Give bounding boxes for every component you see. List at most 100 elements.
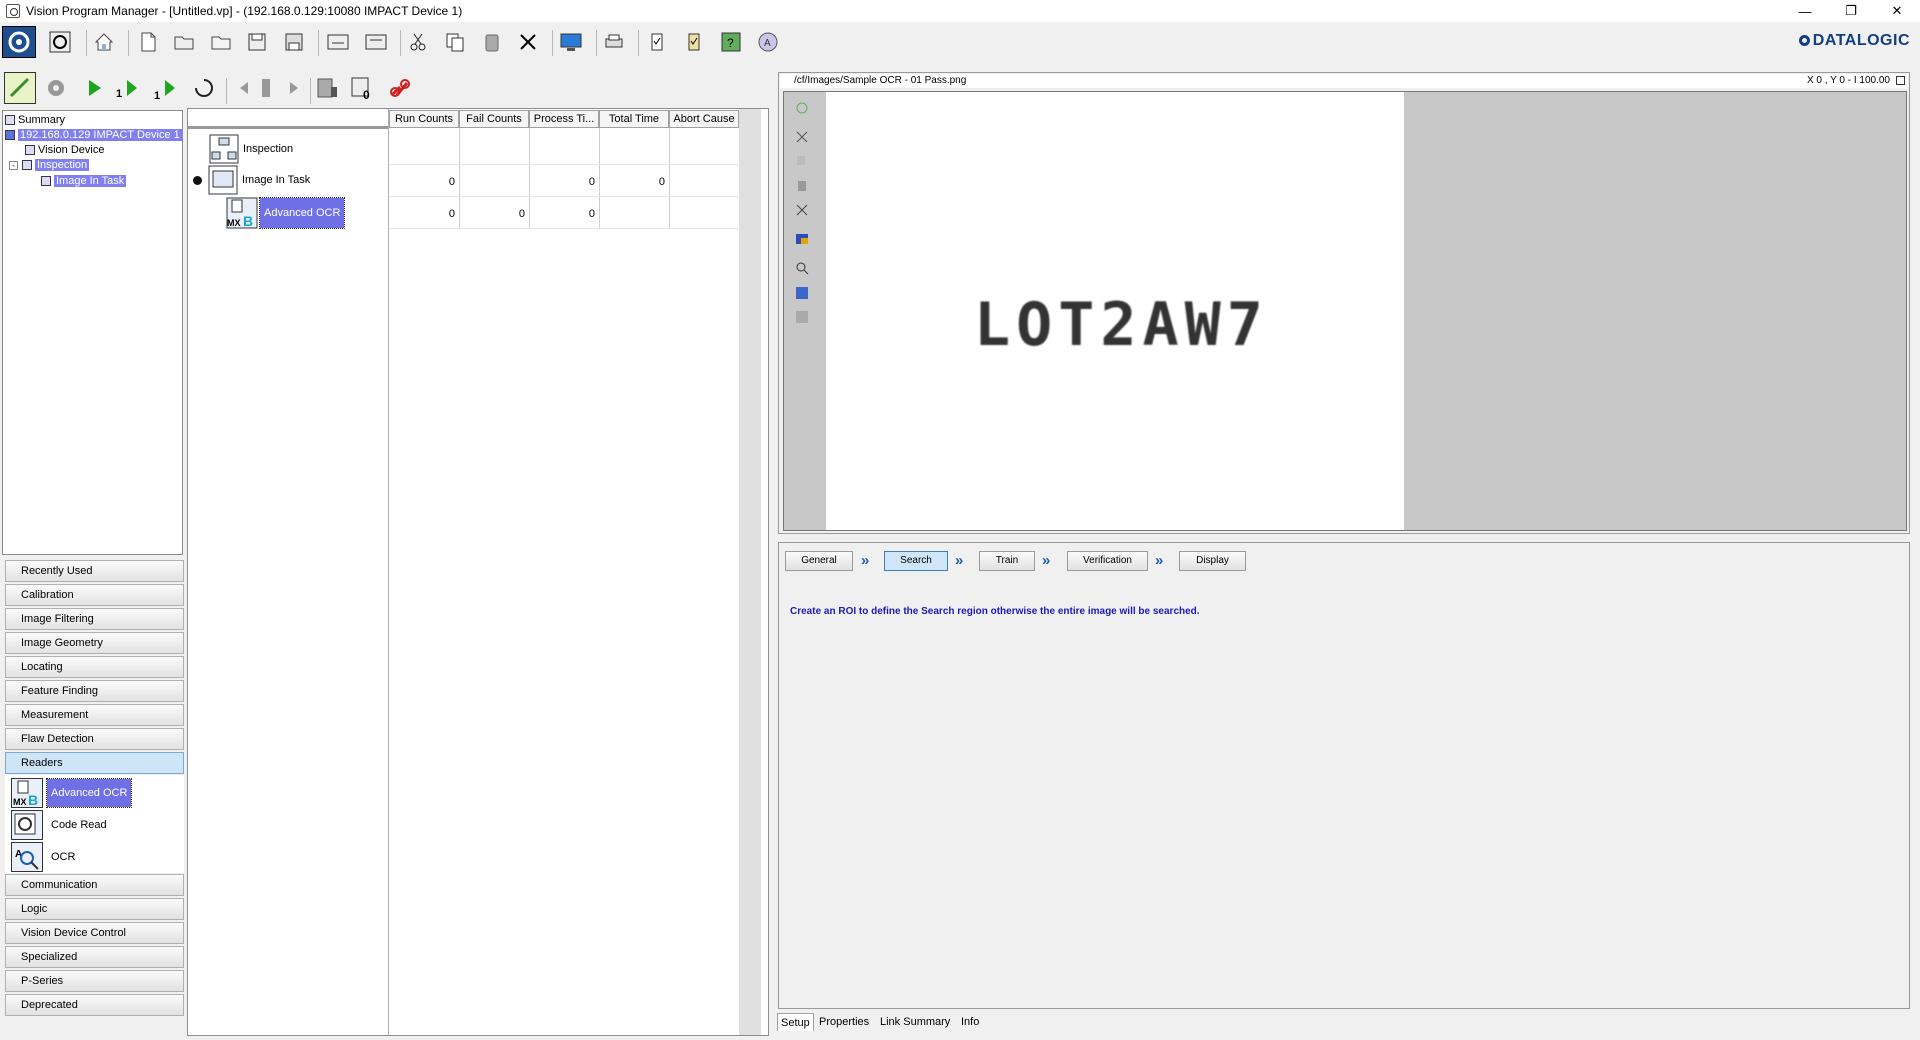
column-total-time[interactable]: Total Time	[599, 110, 669, 128]
zoom-icon[interactable]	[793, 259, 811, 277]
tab-properties[interactable]: Properties	[816, 1013, 872, 1031]
link-icon[interactable]	[386, 74, 414, 102]
pause-icon[interactable]	[252, 74, 280, 102]
cut-roi-icon[interactable]	[793, 128, 811, 146]
delete-icon[interactable]	[514, 28, 542, 56]
tool-ocr[interactable]: A OCR	[11, 841, 79, 873]
history-icon[interactable]	[313, 74, 341, 102]
run-once-icon[interactable]: 1	[114, 74, 142, 102]
restore-button[interactable]: ❐	[1828, 0, 1874, 22]
table-row[interactable]: Inspection	[209, 134, 293, 164]
overlay-icon[interactable]	[793, 230, 811, 248]
image-viewer-panel: /cf/Images/Sample OCR - 01 Pass.png X 0 …	[778, 72, 1910, 534]
pin-icon[interactable]	[1896, 76, 1905, 85]
category-calibration[interactable]: Calibration	[5, 584, 184, 606]
step-display[interactable]: Display	[1179, 551, 1246, 571]
category-logic[interactable]: Logic	[5, 898, 184, 920]
category-image-geometry[interactable]: Image Geometry	[5, 632, 184, 654]
category-recently-used[interactable]: Recently Used	[5, 560, 184, 582]
column-run-counts[interactable]: Run Counts	[389, 110, 459, 128]
category-deprecated[interactable]: Deprecated	[5, 994, 184, 1016]
collapse-node-icon[interactable]	[193, 175, 202, 185]
table-row[interactable]: MX B Advanced OCR	[226, 197, 346, 229]
cut-icon[interactable]	[404, 28, 432, 56]
collapse-icon[interactable]: -	[9, 160, 18, 170]
stop-icon[interactable]	[46, 28, 74, 56]
step-verification[interactable]: Verification	[1067, 551, 1148, 571]
fit-icon[interactable]	[793, 308, 811, 326]
row-image-in-task-label: Image In Task	[242, 174, 311, 186]
summary-icon	[5, 115, 15, 125]
tool-code-read[interactable]: Code Read	[11, 809, 111, 841]
tab-link-summary[interactable]: Link Summary	[877, 1013, 953, 1031]
paste-icon[interactable]	[478, 28, 506, 56]
copy-icon[interactable]	[441, 28, 469, 56]
category-locating[interactable]: Locating	[5, 656, 184, 678]
category-communication[interactable]: Communication	[5, 874, 184, 896]
advanced-ocr-node-icon: MX B	[226, 197, 258, 229]
column-abort-cause[interactable]: Abort Cause	[669, 110, 739, 128]
tree-device[interactable]: 192.168.0.129 IMPACT Device 1	[5, 128, 182, 142]
column-fail-counts[interactable]: Fail Counts	[459, 110, 529, 128]
category-vision-device-control[interactable]: Vision Device Control	[5, 922, 184, 944]
cell-image-total-time: 0	[658, 176, 665, 188]
tree-summary[interactable]: Summary	[5, 113, 65, 127]
image-canvas[interactable]: LOT2AW7	[783, 91, 1907, 531]
teach-icon[interactable]	[42, 74, 70, 102]
category-p-series[interactable]: P-Series	[5, 970, 184, 992]
checklist-gold-icon[interactable]	[680, 28, 708, 56]
copy-roi-icon[interactable]	[793, 152, 811, 170]
save-as-icon[interactable]	[280, 28, 308, 56]
next-icon[interactable]	[280, 74, 308, 102]
tool-advanced-ocr[interactable]: MX B Advanced OCR	[11, 777, 133, 809]
monitor-icon[interactable]	[557, 28, 585, 56]
open-icon[interactable]	[170, 28, 198, 56]
step-search[interactable]: Search	[884, 551, 948, 571]
open-folder-icon[interactable]	[207, 28, 235, 56]
close-button[interactable]: ✕	[1874, 0, 1920, 22]
download-icon[interactable]	[362, 28, 390, 56]
chevron-right-icon: »	[955, 552, 964, 569]
step-train[interactable]: Train	[979, 551, 1035, 571]
tree-inspection-label: Inspection	[35, 159, 90, 171]
print-icon[interactable]	[600, 28, 628, 56]
upload-icon[interactable]	[324, 28, 352, 56]
category-readers[interactable]: Readers	[5, 752, 184, 774]
tree-vision-device[interactable]: Vision Device	[25, 143, 104, 157]
save-icon[interactable]	[243, 28, 271, 56]
category-specialized[interactable]: Specialized	[5, 946, 184, 968]
connect-device-icon[interactable]	[2, 26, 36, 58]
row-inspection-label: Inspection	[243, 143, 294, 155]
svg-text:B: B	[28, 792, 38, 807]
step-run-icon[interactable]: 1	[152, 74, 180, 102]
about-icon[interactable]: A	[754, 28, 782, 56]
svg-text:MX: MX	[227, 218, 241, 228]
tree-inspection[interactable]: - Inspection	[9, 158, 90, 172]
edit-mode-icon[interactable]	[4, 72, 36, 104]
table-row[interactable]: Image In Task	[193, 165, 310, 195]
category-flaw-detection[interactable]: Flaw Detection	[5, 728, 184, 750]
run-icon[interactable]	[78, 74, 106, 102]
tab-setup[interactable]: Setup	[777, 1013, 814, 1031]
step-general[interactable]: General	[785, 551, 853, 571]
category-feature-finding[interactable]: Feature Finding	[5, 680, 184, 702]
help-icon[interactable]: ?	[717, 28, 745, 56]
category-measurement[interactable]: Measurement	[5, 704, 184, 726]
tree-summary-label: Summary	[18, 114, 66, 126]
counter-reset-icon[interactable]: 0	[348, 74, 376, 102]
search-hint-message: Create an ROI to define the Search regio…	[790, 606, 1200, 617]
image-in-task-icon	[41, 176, 51, 186]
home-icon[interactable]	[90, 28, 118, 56]
column-process-time[interactable]: Process Ti...	[529, 110, 599, 128]
checklist-icon[interactable]	[643, 28, 671, 56]
cycle-icon[interactable]	[190, 74, 218, 102]
tab-info[interactable]: Info	[958, 1013, 982, 1031]
new-file-icon[interactable]	[134, 28, 162, 56]
roi-tool-icon[interactable]	[793, 99, 811, 117]
paste-roi-icon[interactable]	[793, 177, 811, 195]
delete-roi-icon[interactable]	[793, 201, 811, 219]
category-image-filtering[interactable]: Image Filtering	[5, 608, 184, 630]
minimize-button[interactable]: —	[1782, 0, 1828, 22]
tree-image-in-task[interactable]: Image In Task	[41, 174, 127, 188]
image-icon[interactable]	[793, 284, 811, 302]
